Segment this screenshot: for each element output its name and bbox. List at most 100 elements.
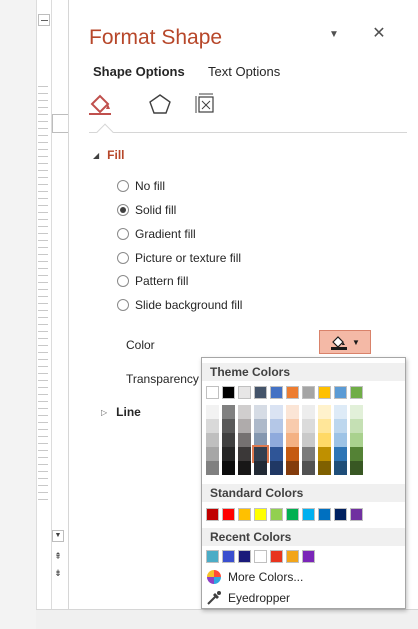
color-swatch[interactable] bbox=[222, 386, 235, 399]
color-swatch[interactable] bbox=[286, 550, 299, 563]
shade-swatch[interactable] bbox=[318, 447, 331, 461]
color-swatch[interactable] bbox=[238, 550, 251, 563]
shade-swatch[interactable] bbox=[222, 461, 235, 475]
color-swatch[interactable] bbox=[318, 508, 331, 521]
shade-swatch[interactable] bbox=[238, 405, 251, 419]
radio-circle-icon[interactable] bbox=[117, 299, 129, 311]
radio-pattern-fill[interactable]: Pattern fill bbox=[117, 272, 188, 290]
shade-swatch[interactable] bbox=[222, 419, 235, 433]
shade-swatch[interactable] bbox=[238, 461, 251, 475]
scroll-down-icon[interactable]: ▼ bbox=[52, 530, 64, 542]
shade-swatch[interactable] bbox=[270, 419, 283, 433]
color-swatch[interactable] bbox=[286, 508, 299, 521]
shade-swatch[interactable] bbox=[270, 433, 283, 447]
pane-options-icon[interactable]: ▼ bbox=[324, 27, 344, 43]
radio-solid-fill[interactable]: Solid fill bbox=[117, 201, 176, 219]
color-swatch[interactable] bbox=[302, 508, 315, 521]
color-swatch[interactable] bbox=[270, 550, 283, 563]
color-swatch[interactable] bbox=[318, 386, 331, 399]
shade-swatch[interactable] bbox=[222, 447, 235, 461]
shade-swatch[interactable] bbox=[238, 447, 251, 461]
shade-swatch[interactable] bbox=[350, 433, 363, 447]
shade-swatch[interactable] bbox=[334, 419, 347, 433]
shade-swatch[interactable] bbox=[350, 447, 363, 461]
radio-picture-fill[interactable]: Picture or texture fill bbox=[117, 249, 241, 267]
fill-line-icon[interactable] bbox=[87, 92, 113, 116]
shade-swatch[interactable] bbox=[302, 405, 315, 419]
fill-section-header[interactable]: ◢ Fill bbox=[93, 148, 125, 162]
eyedropper-item[interactable]: Eyedropper bbox=[206, 589, 290, 607]
color-swatch[interactable] bbox=[302, 550, 315, 563]
color-swatch[interactable] bbox=[238, 386, 251, 399]
more-colors-item[interactable]: More Colors... bbox=[206, 568, 303, 586]
shade-swatch[interactable] bbox=[286, 405, 299, 419]
shade-swatch[interactable] bbox=[302, 447, 315, 461]
shade-swatch[interactable] bbox=[286, 433, 299, 447]
shade-swatch[interactable] bbox=[350, 461, 363, 475]
color-swatch[interactable] bbox=[270, 386, 283, 399]
shade-swatch[interactable] bbox=[334, 433, 347, 447]
shade-swatch[interactable] bbox=[206, 447, 219, 461]
shade-swatch[interactable] bbox=[206, 433, 219, 447]
shade-swatch[interactable] bbox=[350, 405, 363, 419]
shade-swatch[interactable] bbox=[302, 461, 315, 475]
shade-swatch[interactable] bbox=[254, 433, 267, 447]
radio-no-fill[interactable]: No fill bbox=[117, 177, 165, 195]
next-slide-icon[interactable]: ⇟ bbox=[52, 566, 64, 580]
shade-swatch[interactable] bbox=[334, 461, 347, 475]
shade-swatch[interactable] bbox=[302, 433, 315, 447]
shade-swatch[interactable] bbox=[318, 461, 331, 475]
tab-shape-options[interactable]: Shape Options bbox=[93, 64, 185, 79]
fill-color-button[interactable]: ▼ bbox=[319, 330, 371, 354]
shade-swatch[interactable] bbox=[238, 419, 251, 433]
color-swatch[interactable] bbox=[350, 386, 363, 399]
shade-swatch[interactable] bbox=[270, 461, 283, 475]
shade-swatch[interactable] bbox=[252, 445, 269, 463]
shade-swatch[interactable] bbox=[206, 419, 219, 433]
shade-swatch[interactable] bbox=[270, 405, 283, 419]
shade-swatch[interactable] bbox=[350, 419, 363, 433]
color-swatch[interactable] bbox=[206, 508, 219, 521]
color-swatch[interactable] bbox=[286, 386, 299, 399]
shade-swatch[interactable] bbox=[334, 447, 347, 461]
color-swatch[interactable] bbox=[350, 508, 363, 521]
color-swatch[interactable] bbox=[206, 386, 219, 399]
radio-circle-icon[interactable] bbox=[117, 204, 129, 216]
color-swatch[interactable] bbox=[238, 508, 251, 521]
shade-swatch[interactable] bbox=[286, 419, 299, 433]
radio-circle-icon[interactable] bbox=[117, 252, 129, 264]
shade-swatch[interactable] bbox=[254, 405, 267, 419]
color-swatch[interactable] bbox=[206, 550, 219, 563]
shade-swatch[interactable] bbox=[222, 433, 235, 447]
shade-swatch[interactable] bbox=[254, 461, 267, 475]
shade-swatch[interactable] bbox=[206, 461, 219, 475]
shade-swatch[interactable] bbox=[222, 405, 235, 419]
shade-swatch[interactable] bbox=[286, 461, 299, 475]
color-swatch[interactable] bbox=[222, 550, 235, 563]
shade-swatch[interactable] bbox=[318, 405, 331, 419]
radio-circle-icon[interactable] bbox=[117, 228, 129, 240]
shade-swatch[interactable] bbox=[318, 433, 331, 447]
color-swatch[interactable] bbox=[334, 508, 347, 521]
shade-swatch[interactable] bbox=[206, 405, 219, 419]
shade-swatch[interactable] bbox=[286, 447, 299, 461]
color-swatch[interactable] bbox=[254, 508, 267, 521]
shade-swatch[interactable] bbox=[238, 433, 251, 447]
radio-gradient-fill[interactable]: Gradient fill bbox=[117, 225, 196, 243]
close-icon[interactable]: ✕ bbox=[369, 24, 389, 44]
color-swatch[interactable] bbox=[254, 550, 267, 563]
slide-thumbnail[interactable] bbox=[52, 114, 69, 133]
shade-swatch[interactable] bbox=[334, 405, 347, 419]
effects-pentagon-icon[interactable] bbox=[147, 92, 173, 116]
shade-swatch[interactable] bbox=[318, 419, 331, 433]
color-swatch[interactable] bbox=[254, 386, 267, 399]
shade-swatch[interactable] bbox=[302, 419, 315, 433]
color-swatch[interactable] bbox=[270, 508, 283, 521]
color-swatch[interactable] bbox=[222, 508, 235, 521]
radio-circle-icon[interactable] bbox=[117, 275, 129, 287]
radio-slide-background-fill[interactable]: Slide background fill bbox=[117, 296, 242, 314]
collapse-icon[interactable] bbox=[38, 14, 50, 26]
tab-text-options[interactable]: Text Options bbox=[208, 64, 280, 79]
line-section-header[interactable]: ▷ Line bbox=[101, 405, 141, 419]
radio-circle-icon[interactable] bbox=[117, 180, 129, 192]
